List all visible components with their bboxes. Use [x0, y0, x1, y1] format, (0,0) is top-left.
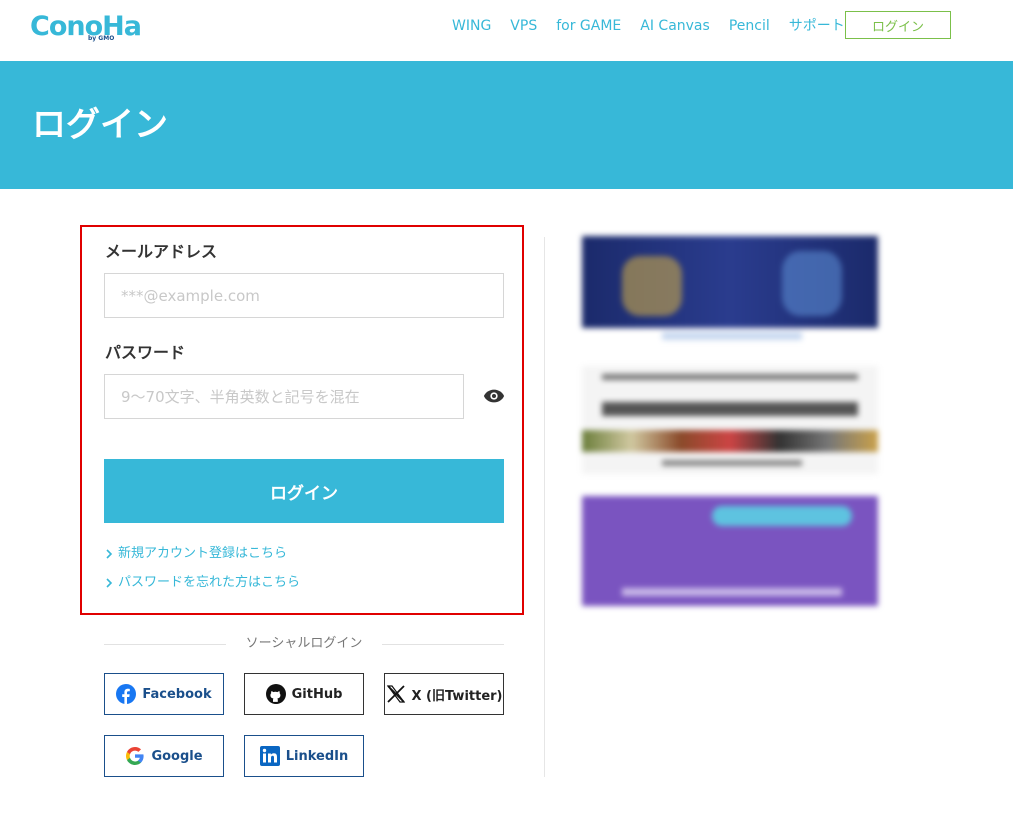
linkedin-label: LinkedIn	[285, 748, 349, 764]
ad-footer-bar	[662, 332, 802, 340]
social-login-title: ソーシャルログイン	[245, 636, 363, 651]
column-divider	[544, 237, 545, 777]
ad-text-line	[662, 460, 802, 466]
register-account-link-text: 新規アカウント登録はこちら	[118, 546, 288, 561]
page-banner: ログイン	[0, 61, 1013, 189]
header-login-button[interactable]: ログイン	[845, 11, 951, 39]
facebook-login-button[interactable]: Facebook	[104, 673, 224, 715]
chevron-right-icon	[106, 578, 113, 588]
x-logo-icon	[386, 685, 405, 703]
conoha-logo[interactable]: ConoHa by GMO	[30, 8, 142, 43]
logo-text: ConoHa	[30, 11, 142, 42]
forgot-password-link[interactable]: パスワードを忘れた方はこちら	[104, 574, 300, 592]
site-header: ConoHa by GMO WING VPS for GAME AI Canva…	[0, 0, 1013, 61]
nav-item-ai-canvas[interactable]: AI Canvas	[640, 16, 710, 36]
linkedin-login-button[interactable]: LinkedIn	[244, 735, 364, 777]
password-input[interactable]	[104, 374, 464, 419]
ad-text-line	[602, 374, 858, 380]
password-label: パスワード	[105, 343, 186, 362]
google-login-button[interactable]: Google	[104, 735, 224, 777]
ad-character-image	[622, 256, 682, 316]
github-label: GitHub	[291, 686, 343, 702]
side-ad-banner-2[interactable]	[582, 366, 878, 474]
nav-item-support[interactable]: サポート	[789, 16, 845, 36]
google-label: Google	[151, 748, 203, 764]
google-icon	[126, 747, 145, 765]
page-title: ログイン	[32, 105, 168, 145]
nav-item-for-game[interactable]: for GAME	[556, 16, 621, 36]
facebook-label: Facebook	[142, 686, 212, 702]
nav-item-wing[interactable]: WING	[452, 16, 491, 36]
social-divider-left	[104, 644, 226, 645]
ad-image-strip	[582, 430, 878, 452]
main-nav: WING VPS for GAME AI Canvas Pencil サポート	[452, 16, 864, 36]
ad-text-line	[602, 402, 858, 416]
chevron-right-icon	[106, 549, 113, 559]
ad-footer-bar	[622, 588, 842, 596]
social-divider-right	[382, 644, 504, 645]
github-login-button[interactable]: GitHub	[244, 673, 364, 715]
x-twitter-label: X (旧Twitter)	[411, 688, 503, 704]
show-password-eye-icon[interactable]	[483, 387, 505, 405]
email-label: メールアドレス	[105, 242, 218, 261]
linkedin-icon	[259, 746, 280, 766]
x-twitter-login-button[interactable]: X (旧Twitter)	[384, 673, 504, 715]
ad-pill	[712, 506, 852, 526]
github-icon	[265, 684, 286, 704]
forgot-password-link-text: パスワードを忘れた方はこちら	[118, 575, 301, 590]
logo-subtext: by GMO	[88, 35, 115, 42]
side-ad-banner-3[interactable]	[582, 496, 878, 606]
email-input[interactable]	[104, 273, 504, 318]
ad-character-image	[782, 251, 842, 316]
login-submit-button[interactable]: ログイン	[104, 459, 504, 523]
nav-item-vps[interactable]: VPS	[510, 16, 537, 36]
facebook-icon	[116, 684, 137, 704]
register-account-link[interactable]: 新規アカウント登録はこちら	[104, 545, 287, 563]
side-ad-banner-1[interactable]	[582, 236, 878, 346]
nav-item-pencil[interactable]: Pencil	[729, 16, 770, 36]
